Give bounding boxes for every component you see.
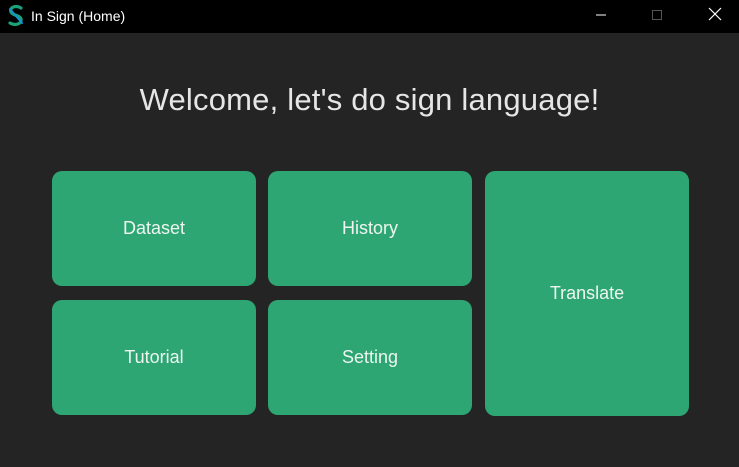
tutorial-button[interactable]: Tutorial bbox=[52, 300, 256, 415]
close-button[interactable] bbox=[692, 0, 738, 33]
translate-label: Translate bbox=[549, 283, 625, 303]
history-label: History bbox=[341, 218, 398, 238]
close-icon bbox=[708, 7, 722, 26]
translate-button[interactable]: Translate bbox=[485, 171, 689, 416]
tutorial-label: Tutorial bbox=[124, 347, 184, 367]
window-title: In Sign (Home) bbox=[31, 8, 126, 24]
history-button[interactable]: History bbox=[268, 171, 472, 286]
maximize-button[interactable] bbox=[634, 0, 680, 33]
dataset-label: Dataset bbox=[122, 218, 186, 238]
minimize-icon bbox=[595, 8, 607, 26]
title-bar[interactable]: In Sign (Home) bbox=[0, 0, 739, 33]
in-sign-logo-icon bbox=[6, 5, 26, 27]
maximize-icon bbox=[651, 8, 663, 26]
setting-label: Setting bbox=[341, 347, 399, 367]
welcome-heading: Welcome, let's do sign language! bbox=[139, 82, 600, 117]
minimize-button[interactable] bbox=[578, 0, 624, 33]
dataset-button[interactable]: Dataset bbox=[52, 171, 256, 286]
app-window: In Sign (Home) Welcome, let's do sign la… bbox=[0, 0, 739, 467]
setting-button[interactable]: Setting bbox=[268, 300, 472, 415]
